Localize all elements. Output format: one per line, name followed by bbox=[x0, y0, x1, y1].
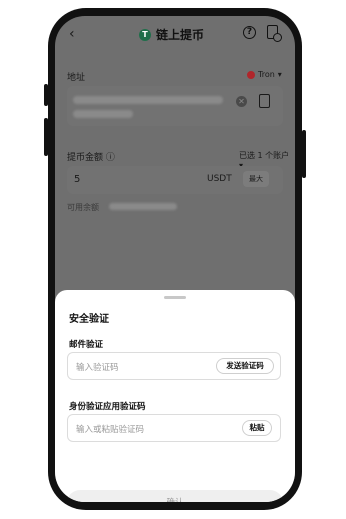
security-verification-sheet: 安全验证 邮件验证 输入验证码 发送验证码 身份验证应用验证码 输入或粘贴验证码… bbox=[55, 290, 295, 502]
network-name: Tron bbox=[258, 70, 275, 79]
phone-side-button bbox=[44, 84, 48, 106]
paste-button[interactable]: 粘贴 bbox=[242, 420, 272, 436]
history-icon[interactable] bbox=[267, 25, 282, 42]
email-code-field[interactable]: 输入验证码 发送验证码 bbox=[67, 352, 281, 380]
back-icon[interactable]: ‹ bbox=[69, 26, 75, 42]
amount-label: 提币金额 ⓘ bbox=[67, 153, 115, 163]
coin-icon: T bbox=[139, 28, 151, 41]
page-title-group: T 链上提币 bbox=[139, 26, 204, 43]
authenticator-code-field[interactable]: 输入或粘贴验证码 粘贴 bbox=[67, 414, 281, 442]
send-code-button[interactable]: 发送验证码 bbox=[216, 358, 274, 374]
authenticator-label: 身份验证应用验证码 bbox=[69, 402, 146, 412]
phone-screen: ‹ T 链上提币 ? 地址 Tron ▾ ✕ 提币金额 ⓘ 已选 1 个账户 ▾… bbox=[55, 16, 295, 502]
clear-icon[interactable]: ✕ bbox=[236, 96, 247, 107]
help-icon[interactable]: ? bbox=[243, 26, 256, 39]
blurred-address-line bbox=[73, 96, 223, 104]
authenticator-code-placeholder: 输入或粘贴验证码 bbox=[76, 425, 145, 435]
page-title: 链上提币 bbox=[156, 28, 205, 42]
address-field[interactable] bbox=[67, 86, 283, 126]
currency-label: USDT bbox=[207, 174, 232, 184]
blurred-balance bbox=[109, 203, 177, 210]
amount-value: 5 bbox=[74, 174, 81, 185]
max-button[interactable]: 最大 bbox=[243, 171, 269, 187]
drag-handle[interactable] bbox=[164, 296, 186, 299]
confirm-button[interactable]: 确认 bbox=[67, 490, 283, 502]
info-icon: ⓘ bbox=[105, 153, 115, 163]
blurred-address-line bbox=[73, 110, 133, 118]
available-balance-label: 可用余额 bbox=[67, 203, 99, 212]
network-selector[interactable]: Tron ▾ bbox=[247, 70, 282, 79]
top-bar: ‹ T 链上提币 ? bbox=[55, 24, 295, 48]
phone-side-button bbox=[302, 130, 306, 178]
sheet-title: 安全验证 bbox=[69, 314, 109, 325]
address-label: 地址 bbox=[67, 73, 86, 83]
tron-network-icon bbox=[247, 70, 255, 79]
address-book-icon[interactable] bbox=[259, 94, 270, 108]
chevron-down-icon: ▾ bbox=[277, 70, 282, 79]
email-verification-label: 邮件验证 bbox=[69, 340, 104, 350]
phone-side-button bbox=[44, 118, 48, 156]
email-code-placeholder: 输入验证码 bbox=[76, 363, 119, 373]
